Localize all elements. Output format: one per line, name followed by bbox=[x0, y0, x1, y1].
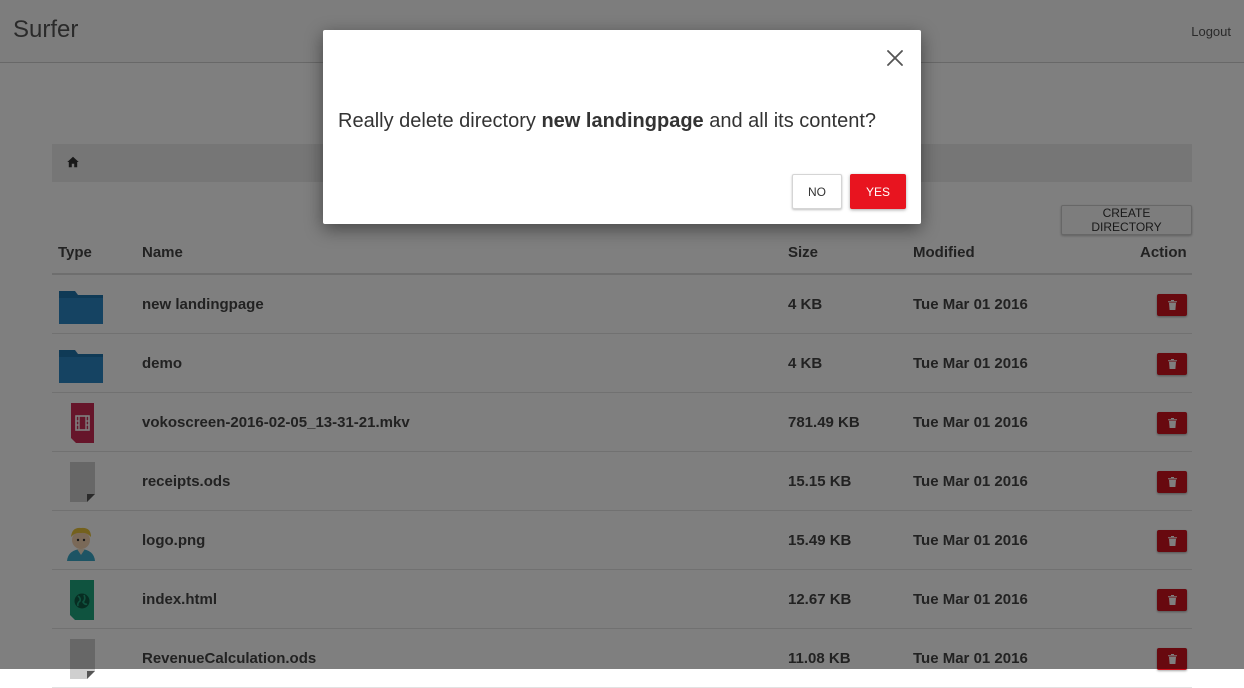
dialog-directory-name: new landingpage bbox=[541, 110, 704, 132]
dialog-message-suffix: and all its content? bbox=[703, 110, 877, 132]
close-icon[interactable] bbox=[886, 49, 904, 67]
no-button[interactable]: NO bbox=[792, 174, 842, 209]
dialog-message-prefix: Really delete directory bbox=[338, 110, 542, 132]
yes-button[interactable]: YES bbox=[850, 174, 906, 209]
delete-confirm-dialog: Really delete directory new landingpage … bbox=[323, 30, 921, 224]
dialog-message: Really delete directory new landingpage … bbox=[338, 110, 876, 133]
